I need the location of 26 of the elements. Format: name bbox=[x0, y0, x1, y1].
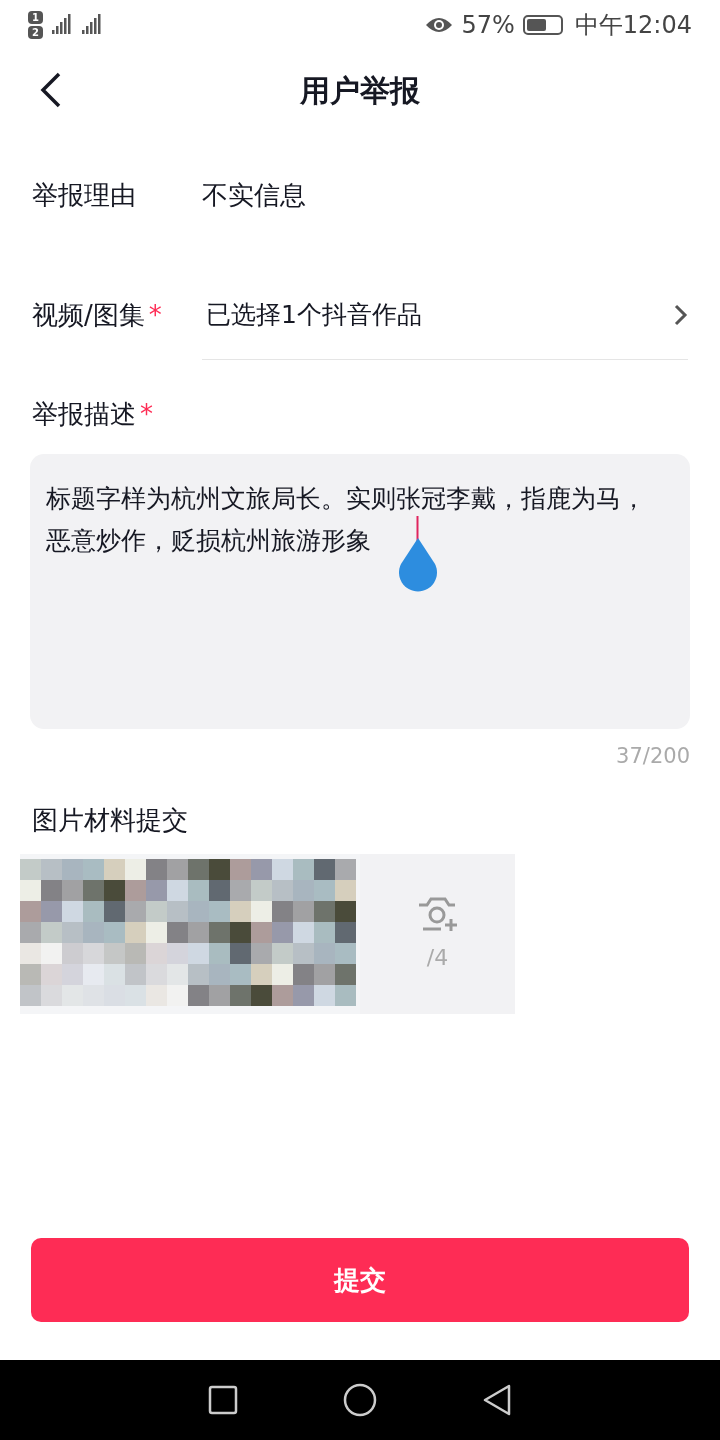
home-icon[interactable] bbox=[343, 1383, 377, 1417]
field-label: 举报理由 bbox=[32, 178, 136, 212]
back-triangle-icon[interactable] bbox=[482, 1384, 512, 1416]
char-counter: 37/200 bbox=[616, 743, 690, 770]
page-title: 用户举报 bbox=[300, 71, 420, 110]
signal-icon bbox=[50, 14, 73, 36]
eye-icon bbox=[425, 15, 454, 35]
signal-icon bbox=[80, 14, 103, 36]
required-mark: * bbox=[148, 298, 162, 332]
field-value: 不实信息 bbox=[202, 178, 306, 212]
square-icon[interactable] bbox=[208, 1385, 238, 1415]
sim-badge: 2 bbox=[28, 26, 43, 39]
description-text: 标题字样为杭州文旅局长。实则张冠李戴，指鹿为马，恶意炒作，贬损杭州旅游形象 bbox=[46, 484, 646, 555]
clock: 中午12:04 bbox=[574, 10, 692, 41]
sim-badge: 1 bbox=[28, 11, 43, 24]
description-field[interactable]: 标题字样为杭州文旅局长。实则张冠李戴，指鹿为马，恶意炒作，贬损杭州旅游形象 bbox=[30, 454, 690, 729]
battery-icon bbox=[522, 15, 563, 35]
battery-percent: 57% bbox=[461, 10, 515, 41]
field-label: 举报描述 bbox=[32, 398, 136, 431]
field-label: 视频/图集 bbox=[32, 298, 145, 332]
submit-button[interactable]: 提交 bbox=[31, 1238, 689, 1322]
required-mark: * bbox=[140, 398, 153, 431]
back-icon[interactable] bbox=[40, 72, 62, 108]
section-label: 图片材料提交 bbox=[32, 804, 188, 835]
works-selector[interactable]: 已选择1个抖音作品 bbox=[202, 270, 688, 360]
chevron-right-icon bbox=[674, 303, 688, 326]
